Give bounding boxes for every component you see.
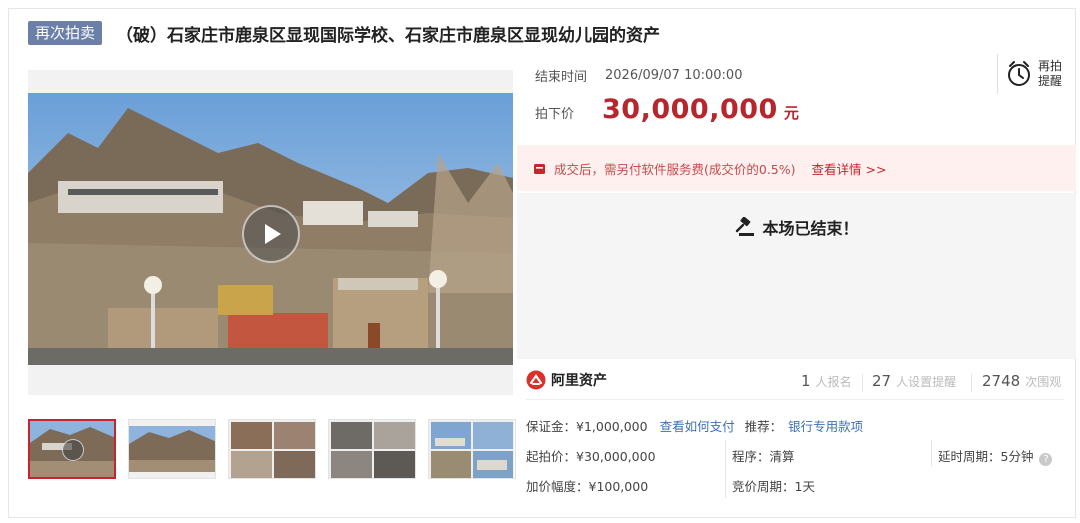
view-stat: 2748 次围观 (982, 372, 1061, 390)
remind-count-label: 人设置提醒 (896, 375, 957, 389)
thumbnail-3[interactable] (228, 419, 316, 479)
thumbnail-video[interactable] (28, 419, 116, 479)
brand-name: 阿里资产 (551, 373, 607, 389)
brand: 阿里资产 (526, 370, 607, 390)
bid-period: 竞价周期：1天 (732, 479, 815, 494)
alarm-clock-icon (1008, 61, 1030, 86)
ali-assets-logo-icon (526, 370, 546, 390)
thumbnail-image (429, 420, 514, 478)
main-photo[interactable] (28, 93, 513, 365)
auction-ended-box: 本场已结束！ (517, 193, 1076, 359)
thumbnail-5[interactable] (428, 419, 516, 479)
re-auction-badge: 再次拍卖 (28, 21, 103, 45)
play-button[interactable] (242, 205, 300, 263)
signup-count: 1 (801, 372, 811, 390)
price-unit: 元 (783, 104, 799, 122)
divider (971, 374, 972, 392)
thumbnail-4[interactable] (328, 419, 416, 479)
auction-ended-text: 本场已结束！ (762, 219, 859, 238)
play-icon (265, 224, 281, 244)
page-title: （破）石家庄市鹿泉区显现国际学校、石家庄市鹿泉区显现幼儿园的资产 (116, 25, 661, 46)
wallet-icon (534, 163, 545, 174)
remind-button[interactable]: 再拍提醒 (997, 54, 1067, 94)
deposit-value: 保证金：¥1,000,000 (526, 419, 648, 434)
end-time-label: 结束时间 (535, 70, 588, 85)
price-value: 30,000,000 (602, 94, 778, 125)
delay-period: 延时周期：5分钟 (938, 449, 1034, 464)
fee-notice: 成交后，需另付软件服务费(成交价的0.5%) 查看详情 >> (517, 145, 1076, 191)
stats-row: 阿里资产 1 人报名 27 人设置提醒 2748 次围观 (526, 368, 1064, 400)
thumbnail-image (229, 420, 315, 478)
how-to-pay-link[interactable]: 查看如何支付 (660, 419, 735, 434)
price-label: 拍下价 (535, 107, 575, 122)
remind-label: 再拍提醒 (1038, 59, 1063, 88)
remind-count: 27 (872, 372, 892, 390)
view-details-link[interactable]: 查看详情 >> (812, 159, 887, 178)
thumbnail-strip (28, 419, 516, 481)
view-count: 2748 (982, 372, 1021, 390)
end-time-value: 2026/09/07 10:00:00 (605, 68, 743, 83)
gavel-icon (736, 217, 755, 236)
signup-stat: 1 人报名 (801, 372, 852, 390)
help-icon[interactable]: ? (1039, 453, 1053, 466)
divider (862, 374, 863, 392)
auction-ended-message: 本场已结束！ (517, 215, 1076, 239)
delay-period-row: 延时周期：5分钟? (938, 446, 1053, 466)
column-divider (725, 440, 726, 498)
play-icon (62, 439, 84, 461)
thumbnail-image (329, 420, 415, 478)
increment: 加价幅度：¥100,000 (526, 479, 649, 494)
price-row: 拍下价 30,000,000 元 (535, 94, 799, 125)
thumbnail-2[interactable] (128, 419, 216, 479)
end-time-row: 结束时间 2026/09/07 10:00:00 (535, 66, 742, 85)
fee-notice-text: 成交后，需另付软件服务费(成交价的0.5%) (554, 161, 796, 177)
procedure: 程序：清算 (732, 449, 795, 464)
title-row: 再次拍卖 （破）石家庄市鹿泉区显现国际学校、石家庄市鹿泉区显现幼儿园的资产 (28, 20, 660, 46)
column-divider (931, 440, 932, 466)
remind-stat: 27 人设置提醒 (872, 372, 956, 390)
media-viewer (28, 70, 513, 395)
start-price: 起拍价：¥30,000,000 (526, 449, 656, 464)
deposit-row: 保证金：¥1,000,000 查看如何支付 推荐： 银行专用款项 (526, 416, 863, 435)
thumbnail-image (129, 420, 215, 478)
recommend-label: 推荐： (744, 419, 783, 434)
view-label: 次围观 (1025, 375, 1062, 389)
bank-payment-link[interactable]: 银行专用款项 (788, 419, 863, 434)
signup-label: 人报名 (815, 375, 852, 389)
